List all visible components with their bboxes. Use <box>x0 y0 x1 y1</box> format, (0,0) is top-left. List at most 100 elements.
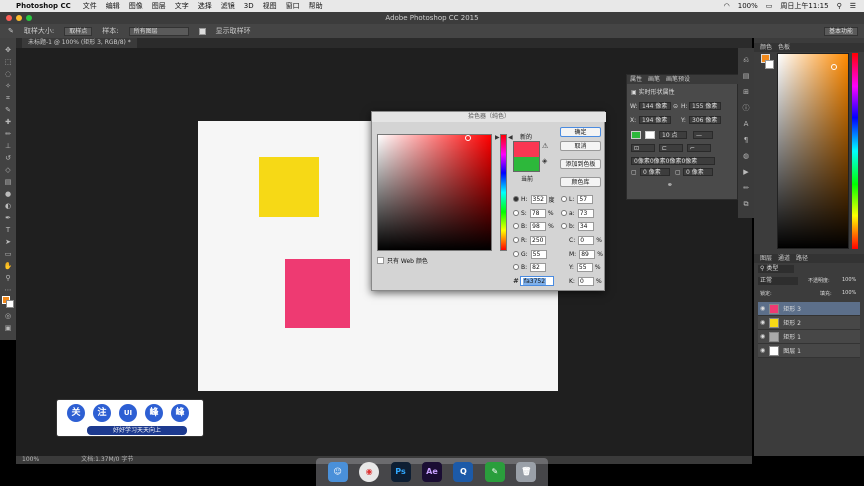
chrome-icon[interactable]: ◉ <box>359 462 380 482</box>
shape-tool-icon[interactable]: ▭ <box>3 250 13 259</box>
screen-mode-icon[interactable]: ▣ <box>3 324 13 333</box>
styles-panel-icon[interactable]: ◍ <box>741 152 751 161</box>
stroke-size-field[interactable]: 10 点 <box>659 131 687 139</box>
brightness-radio[interactable] <box>513 223 519 229</box>
brush-tool-icon[interactable]: ✏ <box>3 130 13 139</box>
lab-b-radio[interactable] <box>561 223 567 229</box>
x-field[interactable]: 194 像素 <box>639 116 671 124</box>
web-only-checkbox[interactable] <box>377 257 384 264</box>
stroke-type-select[interactable]: — <box>693 131 713 139</box>
menu-item-file[interactable]: 文件 <box>83 1 97 11</box>
lab-l-radio[interactable] <box>561 196 567 202</box>
green-field[interactable]: 55 <box>530 249 547 259</box>
marquee-tool-icon[interactable]: ⬚ <box>3 58 13 67</box>
photoshop-icon[interactable]: Ps <box>390 462 411 482</box>
saturation-radio[interactable] <box>513 210 519 216</box>
menu-item-image[interactable]: 图像 <box>129 1 143 11</box>
menu-item-window[interactable]: 窗口 <box>286 1 300 11</box>
adjust-panel-icon[interactable]: ⊞ <box>741 88 751 97</box>
hue-field[interactable]: 352 <box>530 194 547 204</box>
hue-arrow-left-icon[interactable]: ▶ <box>495 134 500 141</box>
stroke-swatch[interactable] <box>645 131 655 139</box>
brush-panel-icon[interactable]: ✏ <box>741 184 751 193</box>
hue-arrow-right-icon[interactable]: ◀ <box>508 134 513 141</box>
sample-size-select[interactable]: 取样点 <box>64 26 93 36</box>
yellow-rectangle-shape[interactable] <box>259 157 319 217</box>
color-marker[interactable] <box>465 135 471 141</box>
blur-tool-icon[interactable]: ● <box>3 190 13 199</box>
menu-item-3d[interactable]: 3D <box>244 2 254 10</box>
menu-item-help[interactable]: 帮助 <box>309 1 323 11</box>
zoom-window-icon[interactable] <box>26 15 32 21</box>
lab-a-field[interactable]: 73 <box>577 208 594 218</box>
visibility-eye-icon[interactable]: ◉ <box>760 305 765 312</box>
eraser-tool-icon[interactable]: ◇ <box>3 166 13 175</box>
tab-channels[interactable]: 通道 <box>778 254 790 263</box>
character-panel-icon[interactable]: A <box>741 120 751 129</box>
layer-row[interactable]: ◉ 矩形 1 <box>758 330 860 344</box>
type-tool-icon[interactable]: T <box>3 226 13 235</box>
tab-brush[interactable]: 画笔 <box>648 75 660 84</box>
minimize-window-icon[interactable] <box>16 15 22 21</box>
layer-row[interactable]: ◉ 矩形 2 <box>758 316 860 330</box>
panel-background-swatch[interactable] <box>765 60 774 69</box>
menu-item-view[interactable]: 视图 <box>263 1 277 11</box>
history-brush-icon[interactable]: ↺ <box>3 154 13 163</box>
after-effects-icon[interactable]: Ae <box>421 462 442 482</box>
blue-field[interactable]: 82 <box>530 262 547 272</box>
saturation-brightness-field[interactable] <box>377 134 492 251</box>
blend-mode-select[interactable]: 正常 <box>758 277 798 285</box>
background-color-swatch[interactable] <box>6 300 14 308</box>
menu-item-select[interactable]: 选择 <box>198 1 212 11</box>
corners-select[interactable]: ⌐ <box>687 144 711 152</box>
cyan-field[interactable]: 0 <box>578 235 595 245</box>
tab-properties[interactable]: 属性 <box>630 75 642 84</box>
more-tools-icon[interactable]: ⋯ <box>3 286 13 295</box>
yellow-field[interactable]: 55 <box>576 262 593 272</box>
clock[interactable]: 周日上午11:15 <box>780 1 828 11</box>
ok-button[interactable]: 确定 <box>560 127 601 137</box>
height-field[interactable]: 155 像素 <box>689 102 721 110</box>
eyedropper-icon[interactable]: ✎ <box>3 106 13 115</box>
hue-slider[interactable] <box>500 134 507 251</box>
hand-tool-icon[interactable]: ✋ <box>3 262 13 271</box>
lab-a-radio[interactable] <box>561 210 567 216</box>
menu-item-type[interactable]: 文字 <box>175 1 189 11</box>
layer-kind-filter[interactable]: ⚲ 类型 <box>758 265 794 273</box>
app-menu-name[interactable]: Photoshop CC <box>16 2 71 10</box>
zoom-level[interactable]: 100% <box>22 456 39 463</box>
gradient-tool-icon[interactable]: ▤ <box>3 178 13 187</box>
y-field[interactable]: 306 像素 <box>689 116 721 124</box>
evernote-icon[interactable]: ✎ <box>484 462 505 482</box>
menu-item-layer[interactable]: 图层 <box>152 1 166 11</box>
blue-radio[interactable] <box>513 264 519 270</box>
brightness-field[interactable]: 98 <box>530 221 547 231</box>
document-tab[interactable]: 未标题-1 @ 100% (矩形 3, RGB/8) * <box>22 38 137 48</box>
radius-field-1[interactable]: 0 像素 <box>640 168 670 176</box>
wifi-icon[interactable]: ◠ <box>724 2 730 10</box>
quick-mask-icon[interactable]: ◎ <box>3 312 13 321</box>
history-panel-icon[interactable]: ⎌ <box>741 56 751 65</box>
tab-brush-presets[interactable]: 画笔预设 <box>666 75 690 84</box>
red-radio[interactable] <box>513 237 519 243</box>
sample-select[interactable]: 所有图层 <box>128 26 189 36</box>
tab-paths[interactable]: 路径 <box>796 254 808 263</box>
workspace-select[interactable]: 基本功能 <box>823 26 858 36</box>
cancel-button[interactable]: 取消 <box>560 141 601 151</box>
magenta-field[interactable]: 89 <box>579 249 596 259</box>
radius-summary-field[interactable]: 0像素0像素0像素0像素 <box>631 157 715 165</box>
stamp-tool-icon[interactable]: ⊥ <box>3 142 13 151</box>
tab-layers[interactable]: 图层 <box>760 254 772 263</box>
tab-color[interactable]: 颜色 <box>760 43 772 52</box>
pen-tool-icon[interactable]: ✒ <box>3 214 13 223</box>
lab-l-field[interactable]: 57 <box>577 194 594 204</box>
battery-percent[interactable]: 100% <box>738 2 758 10</box>
properties-panel-icon[interactable]: ▤ <box>741 72 751 81</box>
menu-list-icon[interactable]: ☰ <box>850 2 856 10</box>
color-panel-hue-slider[interactable] <box>852 53 858 249</box>
show-ring-checkbox[interactable] <box>198 27 206 35</box>
lab-b-field[interactable]: 34 <box>577 221 594 231</box>
link-radius-icon[interactable]: ⚭ <box>667 181 673 189</box>
visibility-eye-icon[interactable]: ◉ <box>760 319 765 326</box>
add-to-swatches-button[interactable]: 添加到色板 <box>560 159 601 169</box>
